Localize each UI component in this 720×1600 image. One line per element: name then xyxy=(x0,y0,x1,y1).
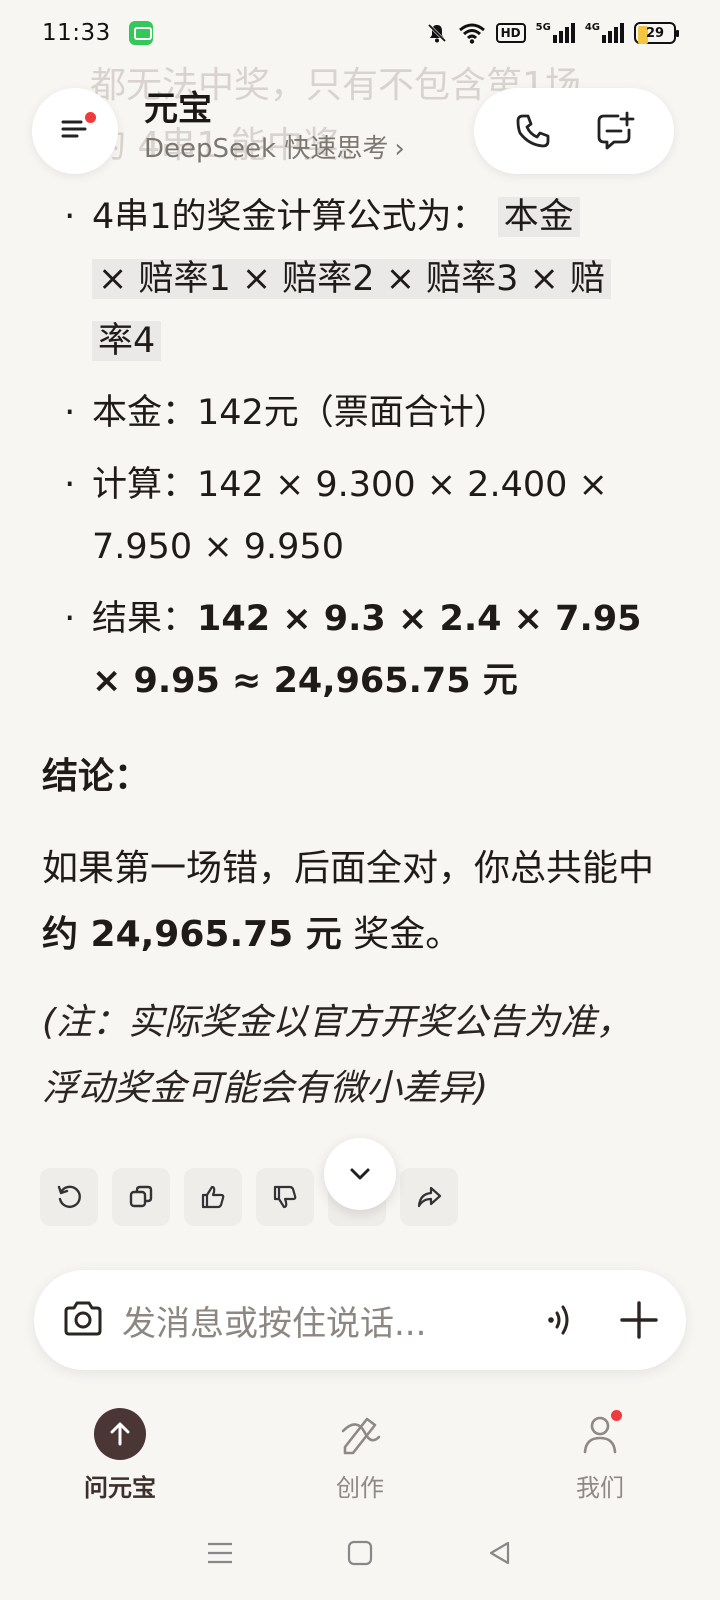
notification-dot xyxy=(85,112,96,123)
menu-button[interactable] xyxy=(32,88,118,174)
share-button[interactable] xyxy=(400,1168,458,1226)
calc-label: 计算： xyxy=(92,465,198,505)
thumbs-up-icon xyxy=(201,1185,225,1209)
wifi-icon xyxy=(458,22,486,44)
notification-dot xyxy=(611,1410,622,1421)
model-selector[interactable]: DeepSeek 快速思考 › xyxy=(144,130,405,168)
battery-icon: 29 xyxy=(634,22,679,44)
copy-button[interactable] xyxy=(112,1168,170,1226)
conclusion-text: 如果第一场错，后面全对，你总共能中 xyxy=(42,848,655,889)
nav-label: 创作 xyxy=(336,1474,384,1502)
header-actions xyxy=(474,88,674,174)
bottom-navigation: 问元宝 创作 我们 xyxy=(0,1408,720,1518)
nav-item-ask-yuanbao[interactable]: 问元宝 xyxy=(0,1408,240,1518)
formula-highlight: 率4 xyxy=(92,321,162,361)
nav-label: 我们 xyxy=(576,1474,624,1502)
mute-bell-icon xyxy=(426,22,448,44)
voice-input-button[interactable] xyxy=(536,1295,586,1345)
square-icon xyxy=(347,1540,373,1566)
phone-call-button[interactable] xyxy=(509,107,557,155)
nav-item-us[interactable]: 我们 xyxy=(480,1408,720,1518)
result-label: 结果： xyxy=(92,599,198,639)
message-notification-icon xyxy=(128,21,153,45)
hd-call-icon: HD xyxy=(495,22,526,44)
refresh-icon xyxy=(57,1185,81,1208)
message-input-bar: 发消息或按住说话... xyxy=(34,1270,686,1370)
phone-icon xyxy=(516,114,550,148)
signal-5g-icon: 5G xyxy=(536,22,575,44)
list-item-formula: 4串1的奖金计算公式为： 本金 × 赔率1 × 赔率2 × 赔率3 × 赔 率4 xyxy=(0,186,720,372)
regenerate-button[interactable] xyxy=(40,1168,98,1226)
chevron-right-icon: › xyxy=(394,134,405,164)
ask-arrow-icon xyxy=(94,1408,146,1460)
dislike-button[interactable] xyxy=(256,1168,314,1226)
chat-title-block[interactable]: 元宝 DeepSeek 快速思考 › xyxy=(144,88,405,168)
message-input[interactable]: 发消息或按住说话... xyxy=(122,1296,536,1345)
menu-lines-icon xyxy=(208,1542,232,1564)
recent-apps-button[interactable] xyxy=(200,1533,240,1573)
back-triangle-icon xyxy=(489,1541,510,1565)
status-time: 11:33 xyxy=(42,20,111,46)
like-button[interactable] xyxy=(184,1168,242,1226)
formula-prefix: 4串1的奖金计算公式为： xyxy=(92,197,487,237)
new-chat-button[interactable] xyxy=(591,107,639,155)
camera-button[interactable] xyxy=(60,1297,106,1343)
nav-item-create[interactable]: 创作 xyxy=(240,1408,480,1518)
home-button[interactable] xyxy=(340,1533,380,1573)
conclusion-amount: 约 24,965.75 元 xyxy=(42,914,342,955)
nav-label: 问元宝 xyxy=(84,1474,156,1502)
new-chat-icon xyxy=(597,111,635,150)
add-attachment-button[interactable] xyxy=(614,1295,664,1345)
share-icon xyxy=(417,1186,442,1208)
list-item-result: 结果：142 × 9.3 × 2.4 × 7.95 × 9.95 ≈ 24,96… xyxy=(0,588,720,712)
copy-icon xyxy=(129,1185,153,1208)
create-pen-icon xyxy=(334,1408,386,1460)
scroll-to-bottom-button[interactable] xyxy=(324,1138,396,1210)
model-label: DeepSeek 快速思考 xyxy=(144,134,389,164)
list-item-principal: 本金：142元（票面合计） xyxy=(0,382,720,444)
plus-icon xyxy=(620,1301,658,1339)
voice-icon xyxy=(548,1305,569,1335)
chevron-down-icon xyxy=(350,1168,370,1180)
system-navigation-bar xyxy=(0,1528,720,1578)
conclusion-paragraph: 如果第一场错，后面全对，你总共能中 约 24,965.75 元 奖金。 xyxy=(0,836,720,968)
chat-answer-content: 4串1的奖金计算公式为： 本金 × 赔率1 × 赔率2 × 赔率3 × 赔 率4… xyxy=(0,186,720,1122)
app-title: 元宝 xyxy=(144,89,212,129)
back-button[interactable] xyxy=(480,1533,520,1573)
thumbs-down-icon xyxy=(273,1185,297,1209)
formula-highlight: × 赔率1 × 赔率2 × 赔率3 × 赔 xyxy=(92,259,611,299)
signal-4g-icon: 4G xyxy=(585,22,624,44)
list-item-calculation: 计算：142 × 9.300 × 2.400 × 7.950 × 9.950 xyxy=(0,454,720,578)
conclusion-text: 奖金。 xyxy=(341,914,462,955)
disclaimer-note: (注：实际奖金以官方开奖公告为准，浮动奖金可能会有微小差异) xyxy=(42,1002,633,1109)
top-header: 都无法中奖，只有不包含第1场 的 4串1 能中奖。 元宝 DeepSeek 快速… xyxy=(0,65,720,186)
conclusion-heading: 结论： xyxy=(42,756,151,797)
user-icon xyxy=(574,1408,626,1460)
camera-icon xyxy=(64,1301,102,1336)
formula-highlight: 本金 xyxy=(497,197,580,237)
status-bar: 11:33 HD 5G 4G 29 xyxy=(0,0,720,66)
